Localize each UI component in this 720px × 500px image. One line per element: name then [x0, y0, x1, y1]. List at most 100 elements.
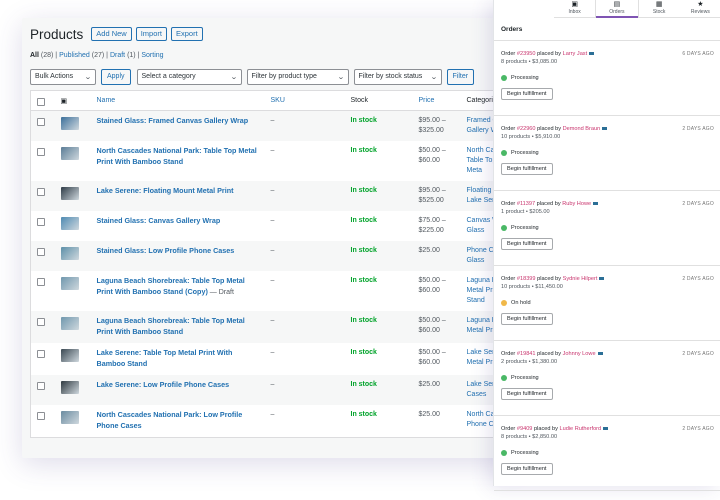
order-number-link[interactable]: #23950	[517, 51, 536, 57]
product-thumbnail[interactable]	[60, 381, 79, 394]
begin-fulfillment-button[interactable]: Begin fulfillment	[501, 313, 553, 325]
add-new-button[interactable]: Add New	[91, 27, 132, 41]
tab-reviews[interactable]: ★ Reviews	[680, 0, 720, 17]
begin-fulfillment-button[interactable]: Begin fulfillment	[501, 163, 553, 175]
import-button[interactable]: Import	[135, 27, 167, 41]
product-thumbnail[interactable]	[60, 247, 79, 260]
product-name-link[interactable]: North Cascades National Park: Table Top …	[97, 146, 257, 166]
product-name-link[interactable]: Stained Glass: Low Profile Phone Cases	[97, 246, 235, 255]
chevron-down-icon: ⌄	[229, 73, 238, 81]
product-name-link[interactable]: Lake Serene: Table Top Metal Print With …	[97, 348, 233, 368]
customer-name-link[interactable]: Johnny Lowe	[563, 351, 596, 357]
order-number-link[interactable]: #9409	[517, 426, 533, 432]
price-line-1: $50.00 –	[418, 349, 446, 356]
order-date: 2 DAYS AGO	[682, 351, 714, 357]
row-checkbox[interactable]	[37, 278, 45, 286]
product-thumbnail[interactable]	[60, 277, 79, 290]
stock-status-select[interactable]: Filter by stock status ⌄	[353, 68, 442, 85]
order-number-link[interactable]: #18399	[517, 276, 536, 282]
product-thumbnail[interactable]	[60, 117, 79, 130]
chevron-down-icon: ⌄	[84, 73, 92, 81]
product-thumbnail[interactable]	[60, 187, 79, 200]
reviews-icon: ★	[697, 1, 704, 8]
stock-status: In stock	[350, 277, 377, 284]
product-type-select[interactable]: Filter by product type ⌄	[246, 68, 349, 85]
category-select[interactable]: Select a category ⌄	[136, 68, 242, 85]
product-name-link[interactable]: Stained Glass: Framed Canvas Gallery Wra…	[97, 116, 249, 125]
sku-cell: –	[270, 277, 275, 284]
filter-draft-link[interactable]: Draft	[110, 52, 125, 59]
row-checkbox[interactable]	[37, 148, 45, 156]
order-summary: 10 products • $5,910.00	[501, 134, 561, 140]
price-line-1: $50.00 –	[418, 317, 446, 324]
inbox-icon: ▣	[571, 1, 578, 8]
customer-name-link[interactable]: Larry Jast	[563, 51, 588, 57]
price-cell: $50.00 – $60.00	[415, 141, 463, 181]
stock-cell: In stock	[347, 141, 415, 181]
bulk-actions-select[interactable]: Bulk Actions ⌄	[30, 68, 96, 85]
all-count: (28)	[40, 52, 54, 59]
product-thumbnail[interactable]	[60, 349, 79, 362]
filter-published-link[interactable]: Published	[59, 52, 90, 59]
product-thumbnail[interactable]	[60, 147, 79, 160]
product-name-link[interactable]: Laguna Beach Shorebreak: Table Top Metal…	[97, 316, 245, 336]
price-line-2: $525.00	[418, 197, 444, 204]
row-checkbox[interactable]	[37, 118, 45, 126]
filter-button[interactable]: Filter	[446, 68, 475, 85]
row-checkbox[interactable]	[37, 412, 45, 420]
product-thumbnail[interactable]	[60, 317, 79, 330]
thumbnail-cell	[56, 110, 93, 141]
row-checkbox[interactable]	[37, 350, 45, 358]
price-column-header[interactable]: Price	[414, 90, 463, 111]
status-dot-icon	[501, 225, 507, 231]
row-checkbox-cell	[30, 241, 57, 271]
price-line-2: $60.00	[418, 359, 440, 366]
row-checkbox[interactable]	[37, 318, 45, 326]
sku-column-header[interactable]: SKU	[266, 90, 347, 111]
tab-orders[interactable]: ▤ Orders	[595, 0, 639, 18]
stock-cell: In stock	[346, 110, 415, 141]
order-summary: 8 products • $3,085.00	[501, 59, 558, 65]
order-status-label: Processing	[511, 450, 539, 456]
customer-name-link[interactable]: Sydnie Hilpert	[563, 276, 598, 282]
product-name-link[interactable]: Stained Glass: Canvas Gallery Wrap	[97, 216, 221, 225]
products-table: ▣ Name SKU Stock Price Categori Stained …	[30, 90, 522, 438]
thumbnail-cell	[56, 311, 93, 343]
begin-fulfillment-button[interactable]: Begin fulfillment	[501, 388, 553, 400]
tab-stock[interactable]: ▦ Stock	[639, 0, 680, 17]
product-thumbnail[interactable]	[60, 217, 79, 230]
order-number-link[interactable]: #11397	[517, 201, 535, 207]
row-checkbox[interactable]	[37, 248, 45, 256]
begin-fulfillment-button[interactable]: Begin fulfillment	[501, 463, 553, 475]
row-checkbox[interactable]	[37, 218, 45, 226]
sorting-link[interactable]: Sorting	[141, 52, 163, 59]
customer-name-link[interactable]: Ludie Rutherford	[559, 426, 601, 432]
product-thumbnail[interactable]	[60, 411, 79, 424]
begin-fulfillment-button[interactable]: Begin fulfillment	[501, 88, 553, 100]
select-all-checkbox[interactable]	[37, 97, 45, 106]
export-button[interactable]: Export	[170, 27, 203, 41]
product-name-link[interactable]: Lake Serene: Floating Mount Metal Print	[97, 186, 234, 195]
begin-fulfillment-button[interactable]: Begin fulfillment	[501, 238, 553, 250]
product-name-link[interactable]: North Cascades National Park: Low Profil…	[97, 410, 243, 430]
customer-name-link[interactable]: Ruby Howe	[562, 201, 591, 207]
name-cell: North Cascades National Park: Table Top …	[93, 141, 267, 181]
tab-inbox[interactable]: ▣ Inbox	[554, 0, 595, 17]
published-count: (27)	[91, 52, 105, 59]
order-card: Order #22960 placed by Demond Braun 2 DAY…	[494, 116, 720, 191]
name-column-header[interactable]: Name	[92, 90, 267, 111]
order-number-link[interactable]: #22960	[517, 126, 536, 132]
apply-button[interactable]: Apply	[101, 68, 131, 85]
order-number-link[interactable]: #19841	[517, 351, 536, 357]
stock-cell: In stock	[346, 311, 415, 343]
product-name-link[interactable]: Lake Serene: Low Profile Phone Cases	[97, 380, 230, 389]
row-checkbox-cell	[31, 211, 57, 241]
customer-name-link[interactable]: Demond Braun	[563, 126, 601, 132]
name-cell: Laguna Beach Shorebreak: Table Top Metal…	[93, 271, 267, 311]
tab-stock-label: Stock	[652, 9, 666, 15]
tab-orders-label: Orders	[609, 9, 625, 15]
row-checkbox[interactable]	[37, 382, 45, 390]
name-cell: Lake Serene: Table Top Metal Print With …	[93, 343, 267, 375]
filter-all-link[interactable]: All	[30, 52, 39, 59]
row-checkbox[interactable]	[37, 188, 45, 196]
